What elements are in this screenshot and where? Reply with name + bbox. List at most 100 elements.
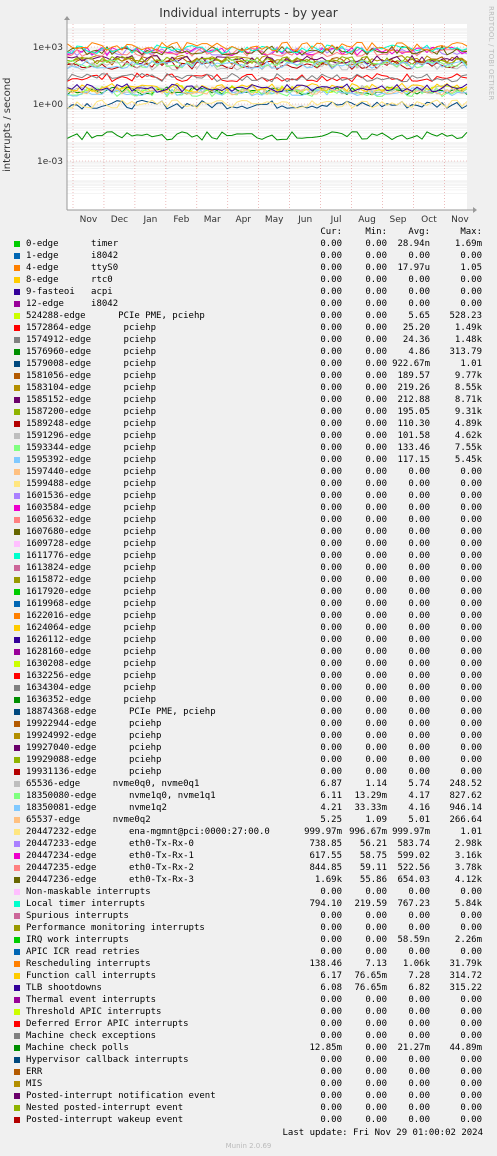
legend-value-cur: 0.00 <box>320 263 342 273</box>
legend-value-cur: 0.00 <box>320 623 342 633</box>
legend-value-avg: 117.15 <box>397 455 430 465</box>
legend-value-avg: 110.30 <box>397 419 430 429</box>
last-update: Last update: Fri Nov 29 01:00:02 2024 <box>282 1128 483 1138</box>
legend-series-name: 1591296-edge pciehp <box>26 431 157 441</box>
legend-series-name: 8-edge rtc0 <box>26 275 113 285</box>
legend-value-max: 0.00 <box>460 1067 482 1077</box>
legend-value-cur: 0.00 <box>320 443 342 453</box>
legend-value-cur: 0.00 <box>320 635 342 645</box>
legend-value-max: 0.00 <box>460 623 482 633</box>
legend-value-max: 0.00 <box>460 1079 482 1089</box>
legend-series-name: 20447235-edge eth0-Tx-Rx-2 <box>26 863 194 873</box>
legend-swatch <box>14 709 20 715</box>
legend-series-name: 1601536-edge pciehp <box>26 491 157 501</box>
legend-value-max: 0.00 <box>460 719 482 729</box>
legend-series-name: Posted-interrupt wakeup event <box>26 1115 184 1125</box>
legend-swatch <box>14 649 20 655</box>
legend-value-cur: 0.00 <box>320 1091 342 1101</box>
legend-value-max: 0.00 <box>460 467 482 477</box>
legend-series-name: 19929088-edge pciehp <box>26 755 162 765</box>
legend-series-name: 1587200-edge pciehp <box>26 407 157 417</box>
legend-series-name: Nested posted-interrupt event <box>26 1103 184 1113</box>
legend-row: 1607680-edge pciehp 0.00 0.00 0.00 0.00 <box>0 526 497 538</box>
legend-value-max: 0.00 <box>460 1091 482 1101</box>
legend-row: Machine check exceptions 0.00 0.00 0.00 0.00 <box>0 1030 497 1042</box>
legend-value-avg: 0.00 <box>408 731 430 741</box>
legend-value-avg: 0.00 <box>408 755 430 765</box>
legend-value-max: 0.00 <box>460 515 482 525</box>
legend-value-cur: 0.00 <box>320 1115 342 1125</box>
legend-series-name: 1599488-edge pciehp <box>26 479 157 489</box>
legend-value-max: 946.14 <box>449 803 482 813</box>
legend-value-avg: 0.00 <box>408 251 430 261</box>
legend-value-avg: 0.00 <box>408 527 430 537</box>
legend-value-cur: 0.00 <box>320 587 342 597</box>
legend-value-avg: 195.05 <box>397 407 430 417</box>
legend-value-avg: 5.65 <box>408 311 430 321</box>
legend-value-cur: 0.00 <box>320 539 342 549</box>
legend-value-cur: 0.00 <box>320 599 342 609</box>
legend-value-max: 5.84k <box>454 899 482 909</box>
legend-series-name: 9-fasteoi acpi <box>26 287 113 297</box>
legend-series-name: Performance monitoring interrupts <box>26 923 205 933</box>
legend-series-name: 1574912-edge pciehp <box>26 335 157 345</box>
legend-swatch <box>14 733 20 739</box>
legend-value-max: 9.77k <box>454 371 482 381</box>
legend-value-cur: 0.00 <box>320 611 342 621</box>
legend-value-cur: 0.00 <box>320 395 342 405</box>
legend-value-avg: 0.00 <box>408 1115 430 1125</box>
legend-row: 524288-edge PCIe PME, pciehp 0.00 0.00 5.65… <box>0 310 497 322</box>
legend-value-max: 0.00 <box>460 767 482 777</box>
legend-value-avg: 522.56 <box>397 863 430 873</box>
legend-value-cur: 0.00 <box>320 887 342 897</box>
y-tick-label: 1e+03 <box>33 43 63 53</box>
legend-swatch <box>14 253 20 259</box>
legend-value-avg: 0.00 <box>408 911 430 921</box>
legend-value-max: 0.00 <box>460 251 482 261</box>
legend-swatch <box>14 985 20 991</box>
legend-swatch <box>14 805 20 811</box>
legend-value-max: 0.00 <box>460 1055 482 1065</box>
legend-series-name: Rescheduling interrupts <box>26 959 151 969</box>
legend-row: 19927040-edge pciehp 0.00 0.00 0.00 0.00 <box>0 742 497 754</box>
legend-series-name: 1597440-edge pciehp <box>26 467 157 477</box>
y-axis-arrow <box>64 16 70 20</box>
legend-value-cur: 1.69k <box>314 875 342 885</box>
legend-swatch <box>14 673 20 679</box>
legend-row: 19931136-edge pciehp 0.00 0.00 0.00 0.00 <box>0 766 497 778</box>
x-tick-label: May <box>265 215 284 225</box>
x-tick-label: Jan <box>142 215 157 225</box>
legend-row: 1624064-edge pciehp 0.00 0.00 0.00 0.00 <box>0 622 497 634</box>
column-header-avg: Avg: <box>408 227 430 237</box>
legend-value-max: 0.00 <box>460 611 482 621</box>
legend-series-name: 1605632-edge pciehp <box>26 515 157 525</box>
legend-value-cur: 0.00 <box>320 239 342 249</box>
legend-series-name: 1632256-edge pciehp <box>26 671 157 681</box>
legend-series-name: 19927040-edge pciehp <box>26 743 162 753</box>
legend-series-name: Hypervisor callback interrupts <box>26 1055 189 1065</box>
legend-value-max: 528.23 <box>449 311 482 321</box>
legend-row: 1593344-edge pciehp 0.00 0.00 133.46 7.55k <box>0 442 497 454</box>
legend-row: 20447232-edge ena-mgmnt@pci:0000:27:00.0… <box>0 826 497 838</box>
legend-series-name: 1628160-edge pciehp <box>26 647 157 657</box>
legend-value-avg: 0.00 <box>408 671 430 681</box>
legend-row: 1-edge i8042 0.00 0.00 0.00 0.00 <box>0 250 497 262</box>
legend-series-name: 19924992-edge pciehp <box>26 731 162 741</box>
legend-value-max: 313.79 <box>449 347 482 357</box>
legend-series-name: 1617920-edge pciehp <box>26 587 157 597</box>
legend-value-max: 2.98k <box>454 839 482 849</box>
legend-value-cur: 617.55 <box>309 851 342 861</box>
legend-value-max: 1.01 <box>460 827 482 837</box>
legend-row: MIS 0.00 0.00 0.00 0.00 <box>0 1078 497 1090</box>
legend-value-max: 0.00 <box>460 503 482 513</box>
legend-swatch <box>14 925 20 931</box>
legend-series-name: 18874368-edge PCIe PME, pciehp <box>26 707 216 717</box>
legend-swatch <box>14 769 20 775</box>
legend-swatch <box>14 529 20 535</box>
legend-series-name: 20447233-edge eth0-Tx-Rx-0 <box>26 839 194 849</box>
legend-value-avg: 1.06k <box>402 959 430 969</box>
legend-value-avg: 0.00 <box>408 491 430 501</box>
legend-value-avg: 0.00 <box>408 611 430 621</box>
legend-value-cur: 0.00 <box>320 419 342 429</box>
legend-swatch <box>14 961 20 967</box>
